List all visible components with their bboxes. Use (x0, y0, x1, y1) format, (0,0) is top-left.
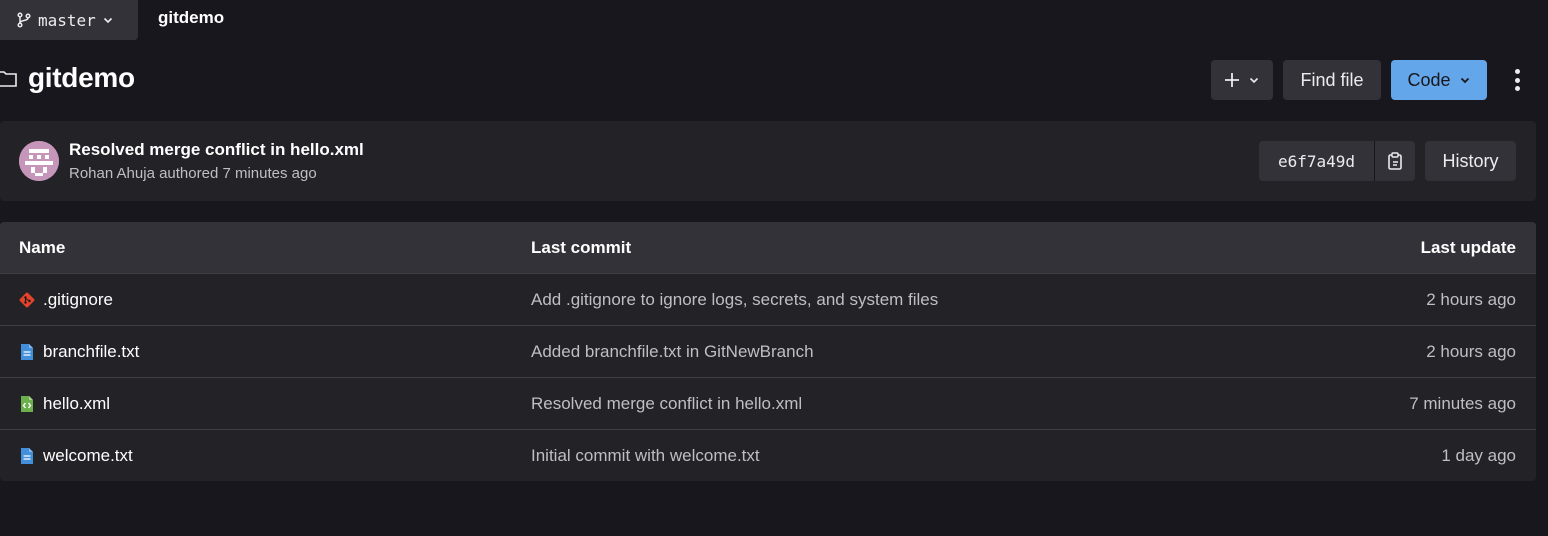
table-row: hello.xml Resolved merge conflict in hel… (0, 377, 1536, 429)
file-name: branchfile.txt (43, 341, 140, 361)
breadcrumb[interactable]: gitdemo (158, 8, 224, 28)
branch-icon (17, 12, 31, 28)
file-link[interactable]: .gitignore (19, 290, 113, 310)
xml-file-icon (21, 395, 33, 412)
commit-message-link[interactable]: Resolved merge conflict in hello.xml (531, 394, 802, 414)
chevron-down-icon (1249, 77, 1259, 84)
table-row: branchfile.txt Added branchfile.txt in G… (0, 325, 1536, 377)
file-link[interactable]: welcome.txt (19, 446, 133, 466)
column-header-name: Name (19, 237, 66, 257)
last-update-time: 2 hours ago (1426, 289, 1516, 309)
avatar[interactable] (19, 141, 59, 181)
code-button-label: Code (1407, 69, 1451, 90)
last-commit-panel: Resolved merge conflict in hello.xml Roh… (0, 121, 1536, 201)
file-link[interactable]: branchfile.txt (19, 342, 139, 362)
git-file-icon (19, 292, 35, 307)
page-title: gitdemo (28, 62, 135, 93)
text-file-icon (21, 447, 33, 464)
column-header-last-update: Last update (1420, 237, 1516, 257)
chevron-down-icon (1460, 77, 1469, 84)
branch-name: master (38, 10, 96, 30)
add-menu-button[interactable] (1211, 60, 1273, 100)
text-file-icon (21, 343, 33, 360)
folder-icon (0, 71, 17, 87)
table-row: welcome.txt Initial commit with welcome.… (0, 429, 1536, 481)
file-name: .gitignore (43, 289, 113, 309)
commit-sha-group: e6f7a49d (1259, 141, 1415, 181)
commit-author-line: Rohan Ahuja authored 7 minutes ago (69, 165, 317, 182)
commit-message-link[interactable]: Added branchfile.txt in GitNewBranch (531, 342, 814, 362)
commit-sha-link[interactable]: e6f7a49d (1259, 141, 1374, 181)
history-button[interactable]: History (1425, 141, 1516, 181)
file-link[interactable]: hello.xml (19, 394, 110, 414)
code-dropdown-button[interactable]: Code (1391, 60, 1487, 100)
last-update-time: 1 day ago (1441, 445, 1516, 465)
find-file-button[interactable]: Find file (1283, 60, 1381, 100)
branch-selector-button[interactable]: master (0, 0, 138, 40)
chevron-down-icon (103, 17, 112, 24)
table-header: Name Last commit Last update (0, 222, 1536, 273)
table-row: .gitignore Add .gitignore to ignore logs… (0, 273, 1536, 325)
more-actions-icon[interactable] (1506, 66, 1528, 94)
file-name: welcome.txt (43, 445, 133, 465)
file-name: hello.xml (43, 393, 111, 413)
copy-sha-button[interactable] (1374, 141, 1415, 181)
plus-icon (1225, 73, 1239, 87)
clipboard-icon (1388, 152, 1402, 170)
last-update-time: 7 minutes ago (1409, 393, 1516, 413)
column-header-last-commit: Last commit (531, 237, 632, 257)
commit-message-link[interactable]: Initial commit with welcome.txt (531, 446, 760, 466)
file-table: Name Last commit Last update .gitignore … (0, 222, 1536, 481)
commit-title-link[interactable]: Resolved merge conflict in hello.xml (69, 140, 364, 160)
commit-message-link[interactable]: Add .gitignore to ignore logs, secrets, … (531, 290, 938, 310)
last-update-time: 2 hours ago (1426, 341, 1516, 361)
